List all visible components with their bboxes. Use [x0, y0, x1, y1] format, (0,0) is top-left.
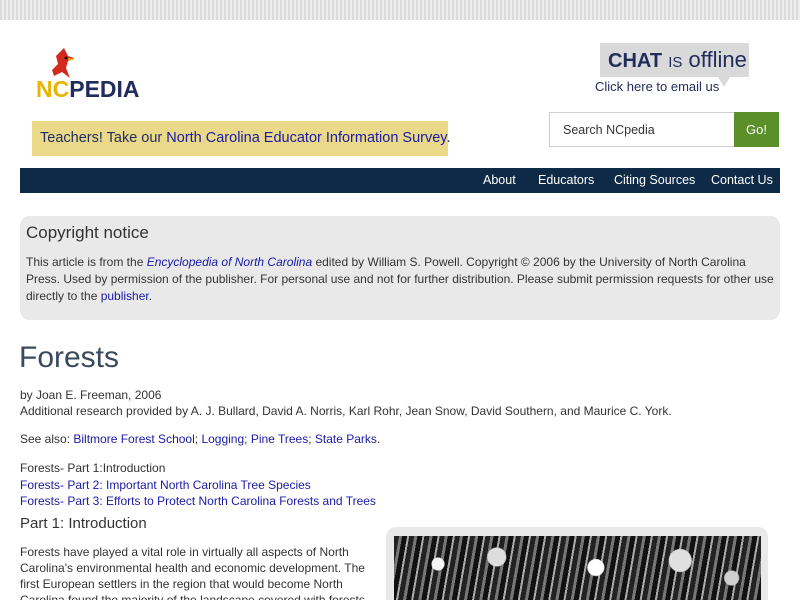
logo-pedia: PEDIA — [69, 76, 140, 102]
copyright-text-1: This article is from the — [26, 255, 147, 269]
email-us-link[interactable]: Click here to email us — [595, 79, 719, 94]
ncpedia-logo[interactable]: NCPEDIA — [34, 46, 154, 106]
copyright-text-3: . — [148, 289, 153, 303]
see-also: See also: Biltmore Forest School; Loggin… — [20, 432, 381, 446]
logo-nc: NC — [36, 76, 70, 102]
chat-status: offline — [688, 47, 747, 72]
see-also-logging[interactable]: Logging — [201, 432, 244, 446]
survey-banner: Teachers! Take our North Carolina Educat… — [32, 121, 451, 156]
search-input[interactable] — [549, 112, 735, 147]
nav-citing-sources[interactable]: Citing Sources — [614, 168, 695, 193]
chat-label: CHAT — [608, 50, 663, 72]
nav-contact-us[interactable]: Contact Us — [711, 168, 773, 193]
chat-bubble-tail — [718, 77, 730, 87]
top-border-strip — [0, 0, 800, 20]
part-1-current: Forests- Part 1:Introduction — [20, 461, 166, 475]
logo-wordmark: NCPEDIA — [36, 76, 140, 102]
nav-educators[interactable]: Educators — [538, 168, 594, 193]
forest-photo[interactable] — [394, 536, 761, 600]
see-also-biltmore[interactable]: Biltmore Forest School — [73, 432, 194, 446]
main-nav: About Educators Citing Sources Contact U… — [20, 168, 780, 193]
copyright-heading: Copyright notice — [26, 223, 149, 242]
nav-about[interactable]: About — [483, 168, 516, 193]
author-byline: by Joan E. Freeman, 2006 — [20, 388, 162, 402]
part-3-link[interactable]: Forests- Part 3: Efforts to Protect Nort… — [20, 494, 376, 508]
article-parts-list: Forests- Part 1:Introduction Forests- Pa… — [20, 460, 376, 510]
encyclopedia-link[interactable]: Encyclopedia of North Carolina — [147, 255, 312, 269]
chat-is-label: IS — [668, 54, 683, 71]
see-also-label: See also: — [20, 432, 74, 446]
copyright-text: This article is from the Encyclopedia of… — [26, 254, 774, 305]
section-heading: Part 1: Introduction — [20, 515, 147, 532]
survey-prefix: Teachers! Take our — [40, 130, 167, 146]
intro-paragraph: Forests have played a vital role in virt… — [20, 545, 369, 600]
research-credits: Additional research provided by A. J. Bu… — [20, 404, 672, 418]
see-also-state-parks[interactable]: State Parks — [315, 432, 377, 446]
search-go-button[interactable]: Go! — [734, 112, 779, 147]
byline-block: by Joan E. Freeman, 2006 Additional rese… — [20, 387, 672, 419]
publisher-link[interactable]: publisher — [101, 289, 149, 303]
copyright-notice: Copyright notice This article is from th… — [20, 216, 780, 320]
part-2-link[interactable]: Forests- Part 2: Important North Carolin… — [20, 478, 311, 492]
see-also-pine-trees[interactable]: Pine Trees — [251, 432, 308, 446]
survey-link[interactable]: North Carolina Educator Information Surv… — [166, 130, 450, 146]
page-title: Forests — [19, 341, 120, 374]
chat-status-box[interactable]: CHAT IS offline — [600, 43, 749, 77]
